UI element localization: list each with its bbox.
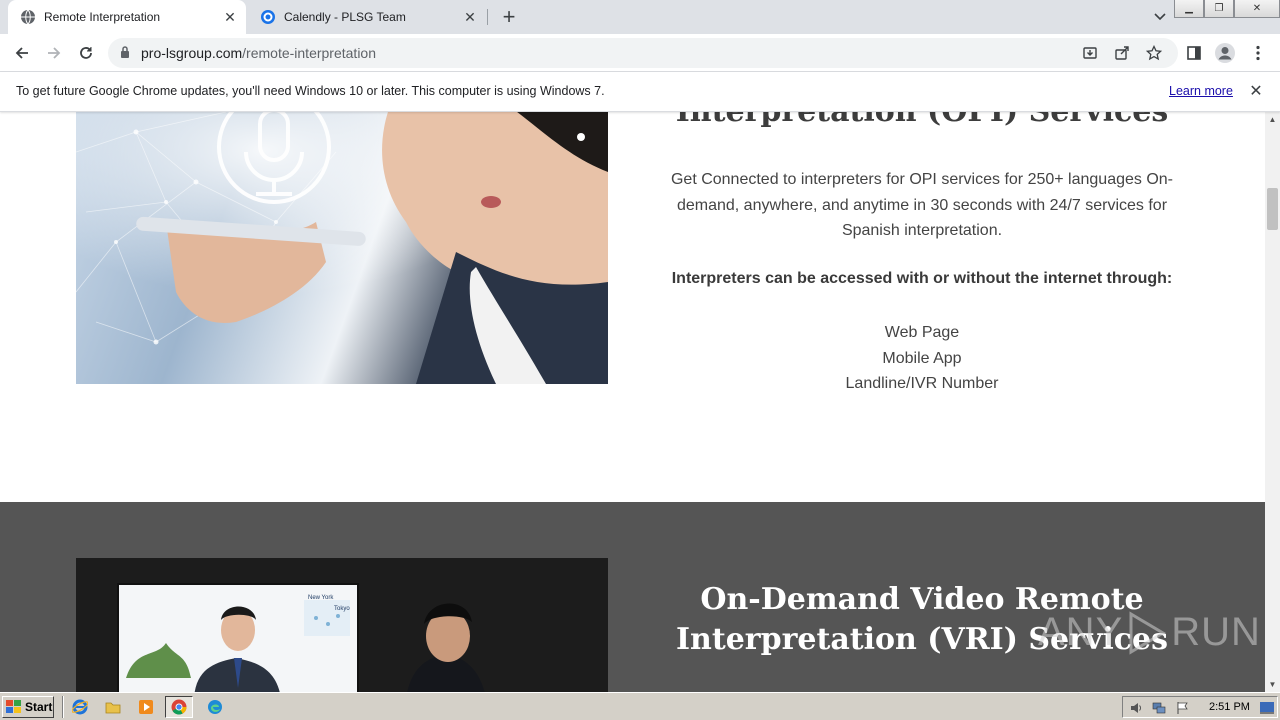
anyrun-watermark: ANY RUN [1038, 610, 1261, 655]
close-tab-icon[interactable]: ✕ [460, 7, 480, 27]
close-window-button[interactable]: ✕ [1234, 0, 1280, 18]
address-bar[interactable]: pro-lsgroup.com/remote-interpretation [108, 38, 1178, 68]
infobar-message: To get future Google Chrome updates, you… [16, 84, 605, 98]
install-icon[interactable] [1081, 44, 1099, 62]
chrome-taskbar-button[interactable] [165, 696, 193, 718]
page-content: Interpretation (OPI) Services Get Connec… [0, 112, 1265, 692]
vri-image: New York Tokyo [76, 558, 608, 692]
menu-kebab-icon[interactable] [1246, 41, 1270, 65]
access-method-item: Web Page [884, 324, 960, 341]
opi-description: Get Connected to interpreters for OPI se… [670, 171, 1174, 239]
lock-icon[interactable] [120, 45, 130, 64]
url-host: pro-lsgroup.com [141, 45, 243, 61]
scroll-down-arrow-icon[interactable]: ▼ [1265, 677, 1280, 692]
tokyo-label: Tokyo [334, 606, 350, 612]
browser-toolbar: pro-lsgroup.com/remote-interpretation [0, 34, 1280, 72]
volume-icon[interactable] [1128, 700, 1144, 716]
edge-icon[interactable] [206, 698, 224, 716]
opi-heading: Interpretation (OPI) Services [660, 112, 1184, 132]
url-path: /remote-interpretation [242, 45, 376, 61]
page-scrollbar[interactable]: ▲ ▼ [1265, 112, 1280, 692]
globe-icon [20, 9, 36, 25]
action-center-flag-icon[interactable] [1175, 700, 1191, 716]
tab-strip: Remote Interpretation ✕ Calendly - PLSG … [0, 0, 1280, 34]
share-icon[interactable] [1113, 44, 1131, 62]
bookmark-star-icon[interactable] [1145, 44, 1163, 62]
restore-button[interactable]: ❐ [1204, 0, 1234, 18]
learn-more-link[interactable]: Learn more [1169, 84, 1233, 98]
chrome-update-infobar: To get future Google Chrome updates, you… [0, 72, 1280, 112]
close-tab-icon[interactable]: ✕ [220, 7, 240, 27]
forward-arrow-icon[interactable] [42, 41, 66, 65]
taskbar-divider [62, 696, 64, 718]
start-button[interactable]: Start [2, 696, 54, 718]
close-icon[interactable]: ✕ [1247, 82, 1265, 100]
watermark-prefix: ANY [1038, 610, 1124, 654]
new-york-label: New York [308, 595, 334, 601]
window-controls: ▁ ❐ ✕ [1174, 0, 1280, 18]
tab-divider [487, 9, 488, 25]
windows-taskbar: Start 2:51 PM [0, 692, 1280, 720]
access-methods-list: Web Page Mobile App Landline/IVR Number [656, 320, 1188, 397]
scrollbar-thumb[interactable] [1267, 188, 1278, 230]
windows-logo-icon [6, 700, 21, 713]
vri-section: New York Tokyo On-Demand Video Remote In… [0, 502, 1265, 692]
play-triangle-icon [1129, 610, 1167, 655]
reload-icon[interactable] [74, 41, 98, 65]
access-method-item: Landline/IVR Number [845, 375, 999, 392]
start-label: Start [25, 700, 53, 714]
new-tab-button[interactable]: + [498, 6, 520, 28]
show-desktop-icon[interactable] [1259, 700, 1275, 716]
chrome-icon [171, 699, 187, 715]
url-text: pro-lsgroup.com/remote-interpretation [141, 45, 376, 61]
tab-title: Remote Interpretation [44, 10, 161, 24]
profile-avatar-icon[interactable] [1213, 41, 1237, 65]
watermark-text: RUN [1171, 610, 1261, 654]
tab-calendly[interactable]: Calendly - PLSG Team ✕ [248, 0, 486, 34]
side-panel-icon[interactable] [1182, 41, 1206, 65]
access-heading: Interpreters can be accessed with or wit… [671, 270, 1173, 287]
tab-remote-interpretation[interactable]: Remote Interpretation ✕ [8, 0, 246, 34]
opi-image [76, 112, 608, 384]
access-method-item: Mobile App [882, 349, 962, 367]
network-icon[interactable] [1151, 700, 1167, 716]
clock[interactable]: 2:51 PM [1209, 701, 1250, 713]
file-explorer-icon[interactable] [104, 698, 122, 716]
scroll-up-arrow-icon[interactable]: ▲ [1265, 112, 1280, 127]
minimize-button[interactable]: ▁ [1174, 0, 1204, 18]
tab-search-chevron-icon[interactable] [1150, 8, 1170, 26]
media-player-icon[interactable] [137, 698, 155, 716]
tab-title: Calendly - PLSG Team [284, 10, 406, 24]
calendly-icon [260, 9, 276, 25]
back-arrow-icon[interactable] [10, 41, 34, 65]
system-tray: 2:51 PM [1122, 696, 1278, 718]
internet-explorer-icon[interactable] [71, 698, 89, 716]
